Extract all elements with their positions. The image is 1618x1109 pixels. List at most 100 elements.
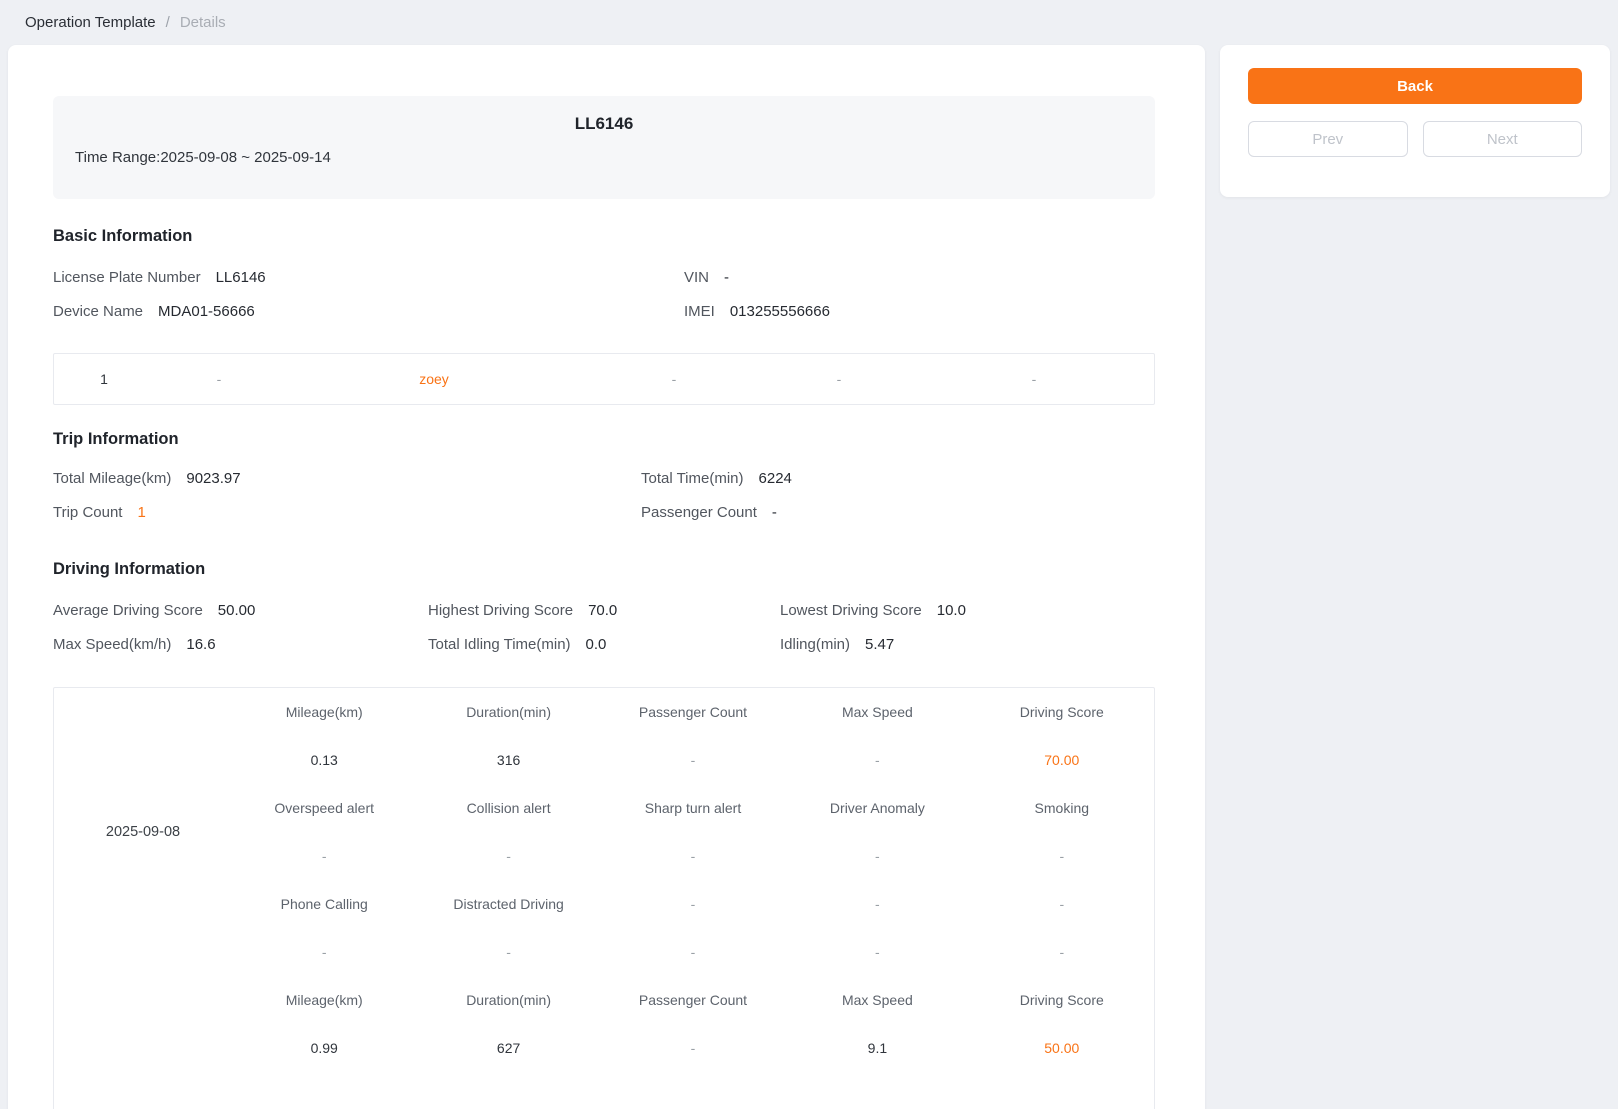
field-label: Trip Count <box>53 504 122 521</box>
field-value: 013255556666 <box>730 303 830 320</box>
trip-count-link[interactable]: 1 <box>137 504 145 521</box>
pager-buttons: Prev Next <box>1248 121 1582 157</box>
field-label: Device Name <box>53 303 143 320</box>
col-header: Max Speed <box>785 991 969 1009</box>
cell-mileage: 0.13 <box>232 751 416 769</box>
basic-information-title: Basic Information <box>53 226 1155 246</box>
field-label: Total Time(min) <box>641 470 744 487</box>
driving-information-grid: Average Driving Score 50.00 Highest Driv… <box>53 593 1155 661</box>
col-header: Collision alert <box>416 799 600 817</box>
col-header: Passenger Count <box>601 991 785 1009</box>
trip-information-title: Trip Information <box>53 429 1155 449</box>
cell-driving-score: 70.00 <box>970 751 1154 769</box>
col-header: Sharp turn alert <box>601 799 785 817</box>
col-header: - <box>785 895 969 913</box>
daily-breakdown-table: 2025-09-08 Mileage(km) Duration(min) Pas… <box>53 687 1155 1109</box>
field-idling: Idling(min) 5.47 <box>780 627 1155 661</box>
col-header: Mileage(km) <box>232 991 416 1009</box>
breadcrumb-separator: / <box>166 14 170 31</box>
field-value: - <box>772 504 777 521</box>
col-header: - <box>970 895 1154 913</box>
cell-driver-anomaly: - <box>785 847 969 865</box>
vehicle-title: LL6146 <box>75 112 1133 136</box>
field-label: Lowest Driving Score <box>780 602 922 619</box>
field-value: LL6146 <box>216 269 266 286</box>
actions-panel: Back Prev Next <box>1220 45 1610 197</box>
field-value: - <box>724 269 729 286</box>
cell-passenger-count: - <box>601 1039 785 1057</box>
cell-max-speed: - <box>785 751 969 769</box>
field-value: 6224 <box>759 470 792 487</box>
col-header: Distracted Driving <box>416 895 600 913</box>
col-header: Mileage(km) <box>232 703 416 721</box>
field-max-speed: Max Speed(km/h) 16.6 <box>53 627 428 661</box>
cell-sharp-turn: - <box>601 847 785 865</box>
day-date <box>54 976 232 1072</box>
field-label: Total Mileage(km) <box>53 470 171 487</box>
field-value: 70.0 <box>588 602 617 619</box>
field-imei: IMEI 013255556666 <box>684 294 1155 328</box>
vehicle-header: LL6146 Time Range:2025-09-08 ~ 2025-09-1… <box>53 96 1155 199</box>
cell-mileage: 0.99 <box>232 1039 416 1057</box>
field-lowest-score: Lowest Driving Score 10.0 <box>780 593 1155 627</box>
col-header: Max Speed <box>785 703 969 721</box>
field-average-score: Average Driving Score 50.00 <box>53 593 428 627</box>
col-header: Driving Score <box>970 991 1154 1009</box>
field-label: Total Idling Time(min) <box>428 636 571 653</box>
cell-smoking: - <box>970 847 1154 865</box>
field-value: 0.0 <box>586 636 607 653</box>
next-button[interactable]: Next <box>1423 121 1583 157</box>
cell-empty: - <box>601 943 785 961</box>
breadcrumb-details: Details <box>180 14 226 31</box>
field-label: Passenger Count <box>641 504 757 521</box>
field-label: License Plate Number <box>53 269 201 286</box>
field-value: 9023.97 <box>186 470 240 487</box>
field-license-plate: License Plate Number LL6146 <box>53 260 684 294</box>
driver-cell: - <box>154 371 284 387</box>
field-total-idling: Total Idling Time(min) 0.0 <box>428 627 780 661</box>
field-label: Average Driving Score <box>53 602 203 619</box>
field-passenger-count: Passenger Count - <box>641 495 1155 529</box>
field-label: VIN <box>684 269 709 286</box>
breadcrumb: Operation Template / Details <box>0 0 1618 45</box>
driver-name-link[interactable]: zoey <box>284 371 584 387</box>
col-header: Smoking <box>970 799 1154 817</box>
col-header: Overspeed alert <box>232 799 416 817</box>
day-group-next: Mileage(km) Duration(min) Passenger Coun… <box>54 976 1154 1072</box>
col-header: Driving Score <box>970 703 1154 721</box>
cell-collision: - <box>416 847 600 865</box>
col-header: Duration(min) <box>416 991 600 1009</box>
field-vin: VIN - <box>684 260 1155 294</box>
field-label: IMEI <box>684 303 715 320</box>
col-header: - <box>601 895 785 913</box>
prev-button[interactable]: Prev <box>1248 121 1408 157</box>
field-label: Max Speed(km/h) <box>53 636 171 653</box>
col-header: Driver Anomaly <box>785 799 969 817</box>
driving-information-title: Driving Information <box>53 559 1155 579</box>
back-button[interactable]: Back <box>1248 68 1582 104</box>
driver-index: 1 <box>54 371 154 387</box>
field-trip-count: Trip Count 1 <box>53 495 641 529</box>
cell-max-speed: 9.1 <box>785 1039 969 1057</box>
field-value: 5.47 <box>865 636 894 653</box>
field-value: MDA01-56666 <box>158 303 255 320</box>
field-device-name: Device Name MDA01-56666 <box>53 294 684 328</box>
cell-distracted-driving: - <box>416 943 600 961</box>
col-header: Phone Calling <box>232 895 416 913</box>
day-date: 2025-09-08 <box>54 688 232 976</box>
field-label: Highest Driving Score <box>428 602 573 619</box>
time-range: Time Range:2025-09-08 ~ 2025-09-14 <box>75 147 1133 169</box>
trip-information-grid: Total Mileage(km) 9023.97 Total Time(min… <box>53 461 1155 529</box>
field-total-time: Total Time(min) 6224 <box>641 461 1155 495</box>
driver-cell: - <box>914 371 1154 387</box>
cell-driving-score: 50.00 <box>970 1039 1154 1057</box>
basic-information-grid: License Plate Number LL6146 VIN - Device… <box>53 260 1155 328</box>
day-group-2025-09-08: 2025-09-08 Mileage(km) Duration(min) Pas… <box>54 688 1154 976</box>
driver-cell: - <box>764 371 914 387</box>
field-label: Idling(min) <box>780 636 850 653</box>
driver-cell: - <box>584 371 764 387</box>
breadcrumb-operation-template[interactable]: Operation Template <box>25 14 156 31</box>
cell-overspeed: - <box>232 847 416 865</box>
field-highest-score: Highest Driving Score 70.0 <box>428 593 780 627</box>
field-total-mileage: Total Mileage(km) 9023.97 <box>53 461 641 495</box>
